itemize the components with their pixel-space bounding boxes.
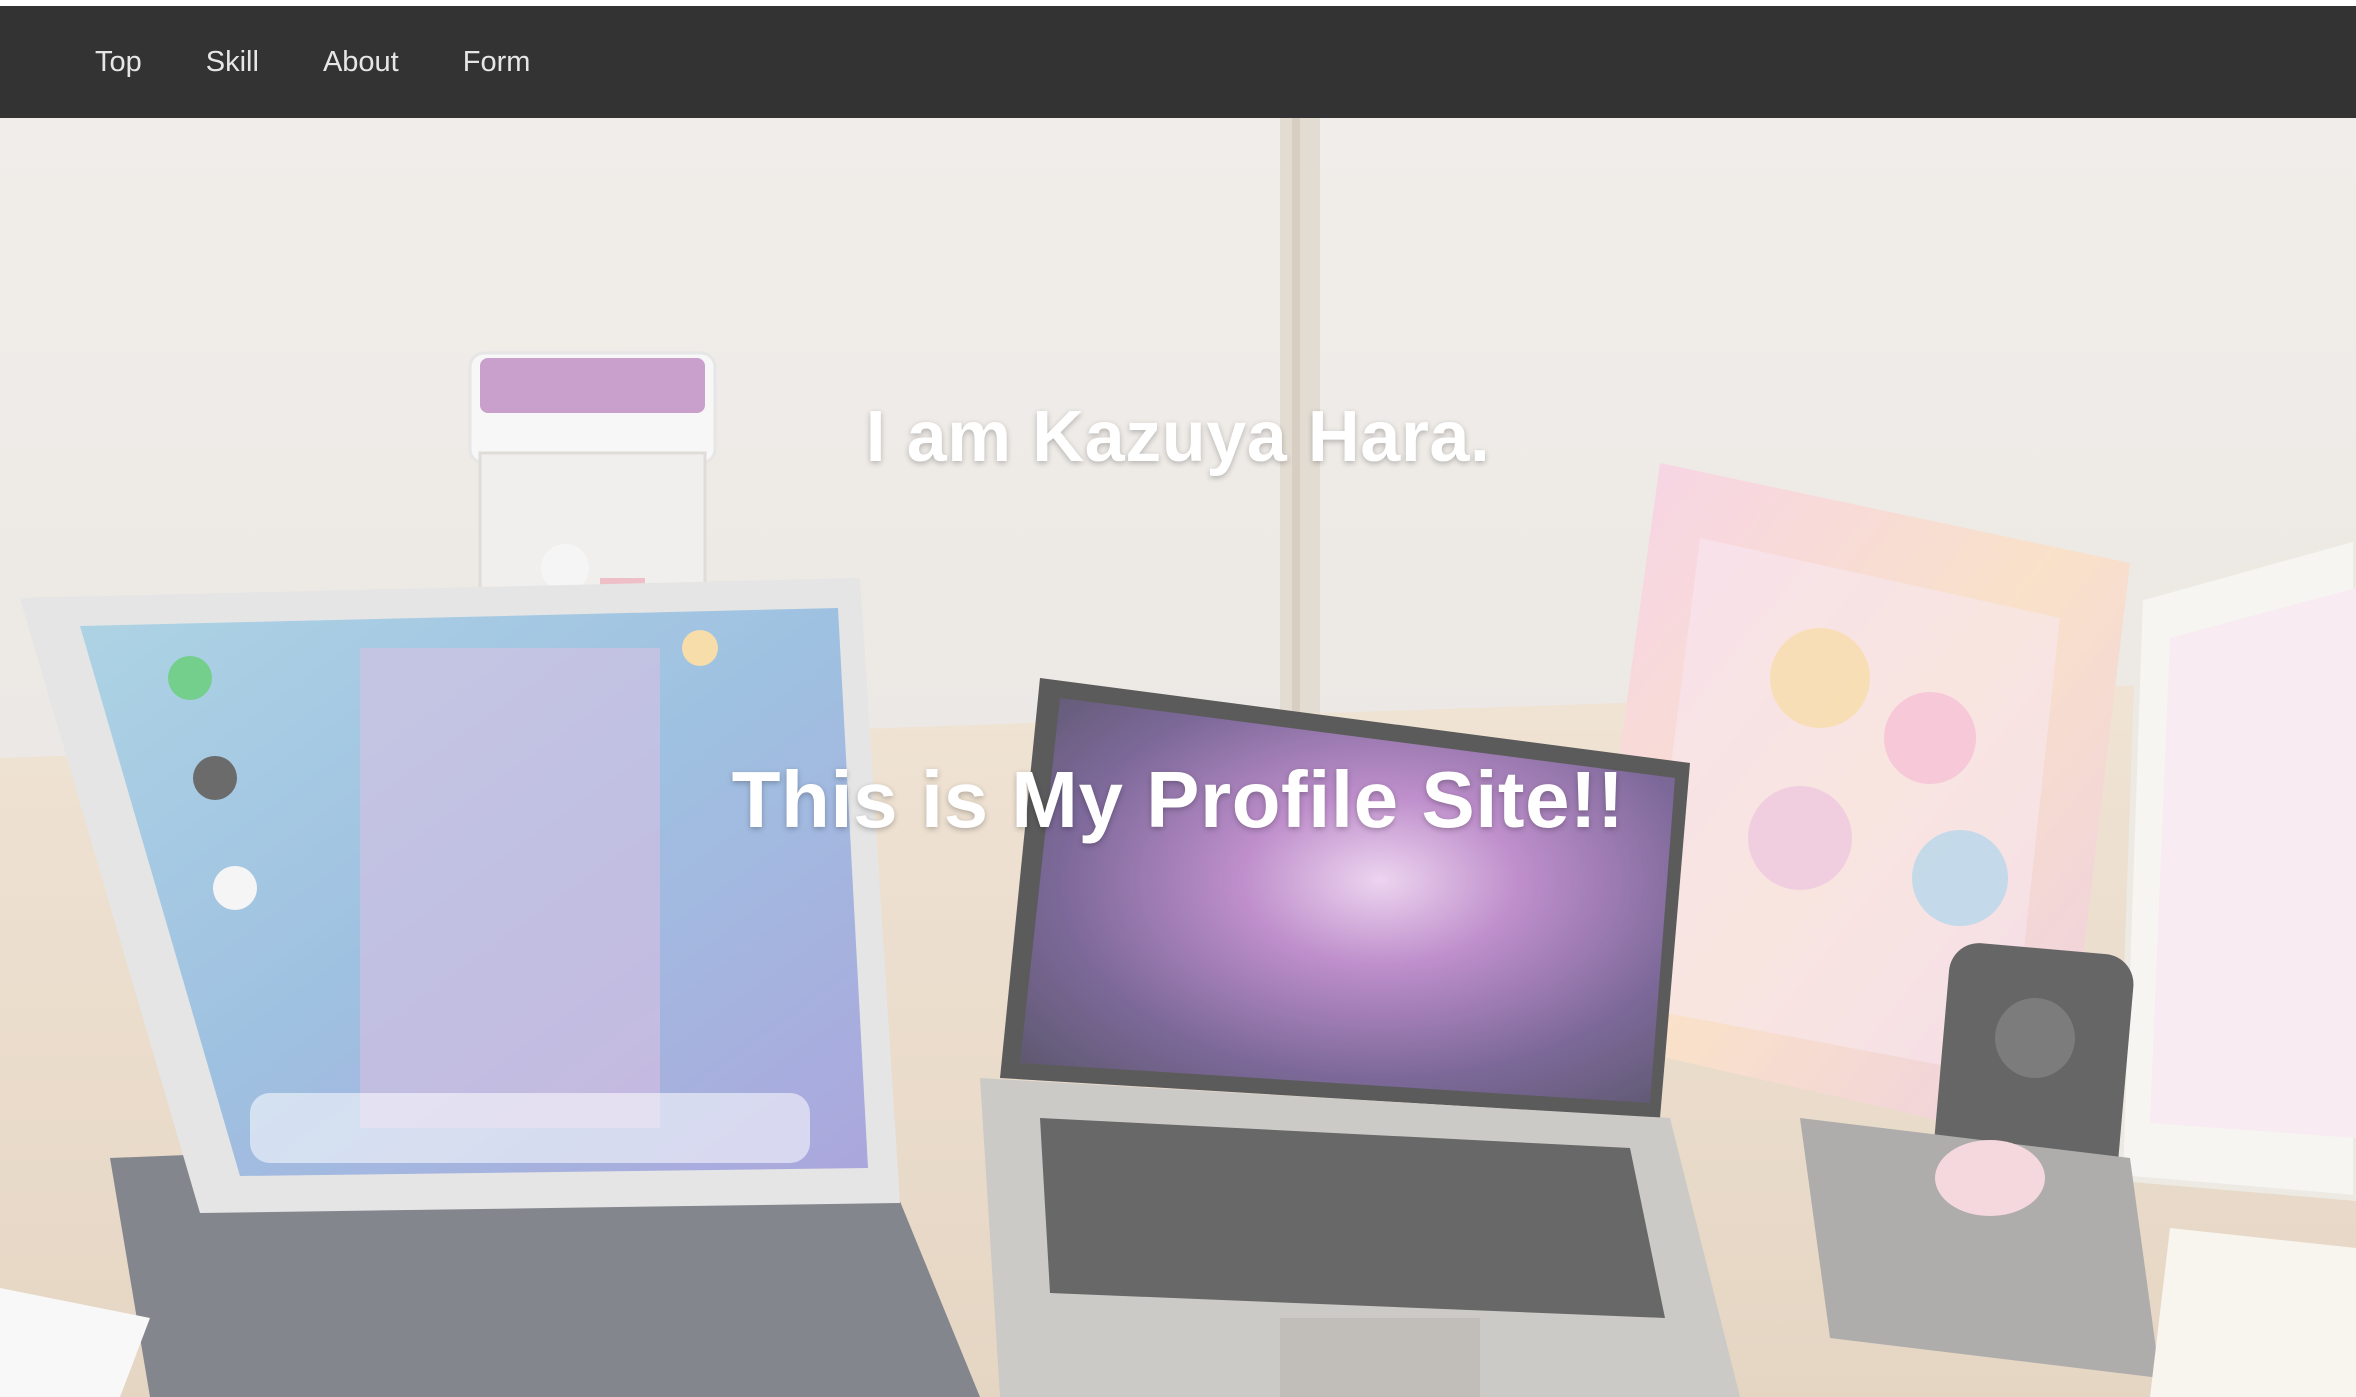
nav-link-skill[interactable]: Skill <box>206 46 259 78</box>
hero-title: I am Kazuya Hara. <box>865 397 1491 477</box>
nav-link-form[interactable]: Form <box>463 46 531 78</box>
top-navbar: Top Skill About Form <box>0 6 2356 118</box>
nav-list: Top Skill About Form <box>0 46 594 78</box>
hero-subtitle: This is My Profile Site!! <box>731 755 1625 844</box>
nav-link-top[interactable]: Top <box>95 46 142 78</box>
hero-section: I am Kazuya Hara. This is My Profile Sit… <box>0 118 2356 1397</box>
nav-link-about[interactable]: About <box>323 46 399 78</box>
